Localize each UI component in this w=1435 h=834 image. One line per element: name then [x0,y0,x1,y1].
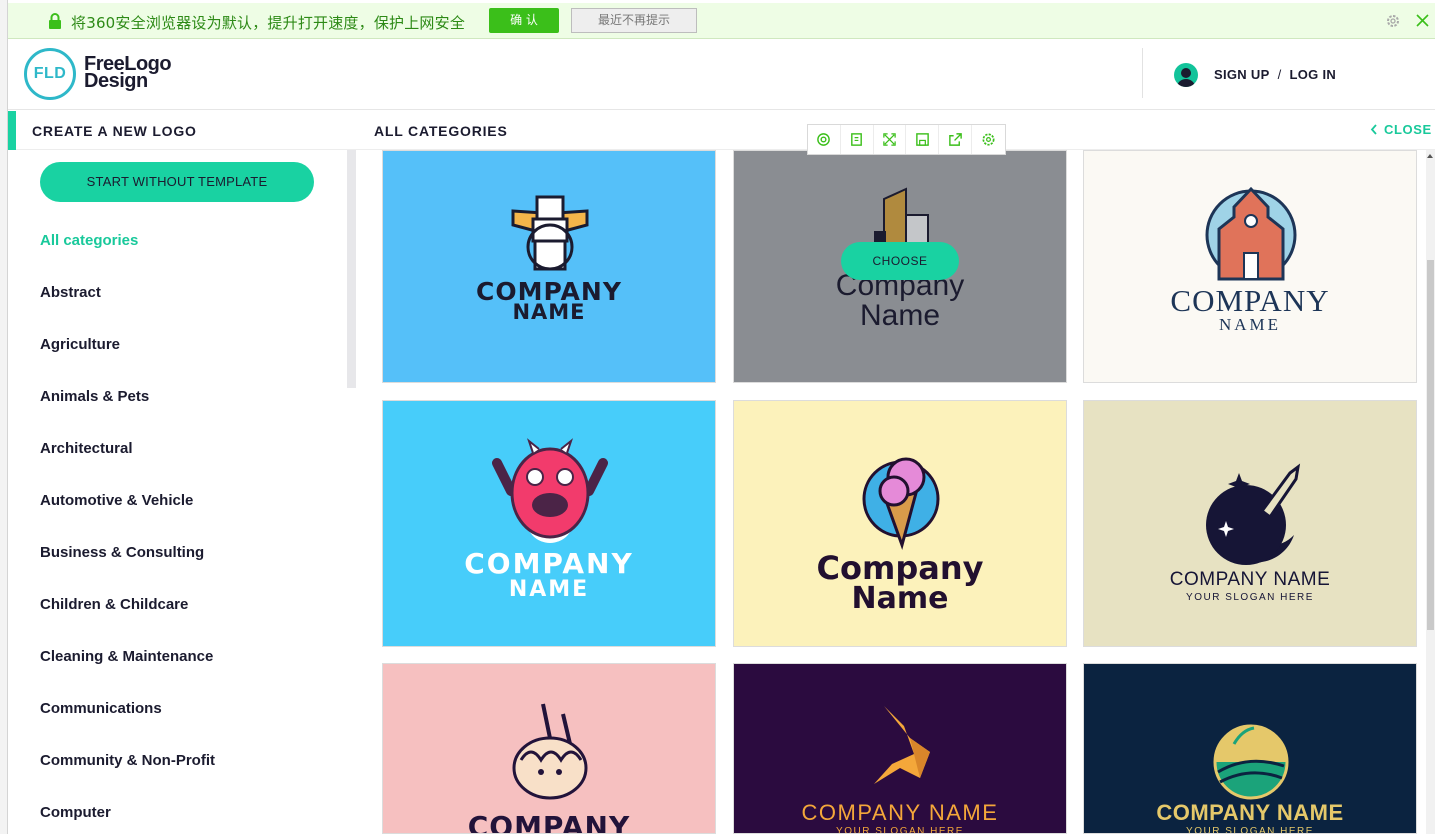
confirm-button[interactable]: 确 认 [489,8,559,33]
category-automotive[interactable]: Automotive & Vehicle [40,492,193,509]
logo-name-line: NAME [512,300,586,324]
logo-card[interactable]: COMPANY NAME [1083,150,1417,383]
subheader-accent [8,111,16,150]
gear-icon[interactable] [1385,13,1401,29]
editor-subheader: CREATE A NEW LOGO ALL CATEGORIES CLOSE [8,111,1435,150]
rocket-icon [1084,401,1416,646]
noodles-icon [383,664,715,833]
logo-name-line: Name [859,299,941,332]
browser-default-notice: 将360安全浏览器设为默认，提升打开速度，保护上网安全 确 认 最近不再提示 [8,3,1435,39]
auth-separator: / [1277,67,1282,82]
share-icon[interactable] [939,125,973,154]
logo-slogan: YOUR SLOGAN HERE [836,826,964,834]
floating-browser-toolbar [807,124,1006,155]
logo-slogan: YOUR SLOGAN HERE [1186,592,1314,603]
user-avatar-icon[interactable] [1174,63,1198,87]
lock-icon [49,13,61,29]
category-all[interactable]: All categories [40,232,138,249]
logo-card[interactable]: COMPANY [382,663,716,834]
category-sidebar: START WITHOUT TEMPLATE All categories Ab… [8,150,356,834]
sidebar-scrollbar[interactable] [347,150,356,388]
monster-icon [383,401,715,646]
login-link[interactable]: LOG IN [1289,67,1336,82]
church-icon [1084,151,1416,382]
logo-company-name: COMPANY [467,810,631,834]
logo-company-name: COMPANY NAME [801,800,999,825]
notice-message: 将360安全浏览器设为默认，提升打开速度，保护上网安全 [71,14,466,32]
category-abstract[interactable]: Abstract [40,284,101,301]
logo-card[interactable]: COMPANY NAME YOUR SLOGAN HERE [733,663,1067,834]
category-children[interactable]: Children & Childcare [40,596,188,613]
logo-slogan: YOUR SLOGAN HERE [1186,826,1314,834]
category-communications[interactable]: Communications [40,700,162,717]
category-computer[interactable]: Computer [40,804,111,821]
category-community[interactable]: Community & Non-Profit [40,752,215,769]
logo-company-name: COMPANY NAME [1156,800,1344,825]
chevron-left-icon [1370,124,1377,135]
close-icon[interactable] [1415,13,1430,28]
window-left-edge [0,0,8,834]
logo-company-name: COMPANY [1170,283,1330,318]
copy-icon[interactable] [841,125,874,154]
create-logo-title: CREATE A NEW LOGO [32,123,197,139]
choose-button[interactable]: CHOOSE [841,242,959,280]
scrollbar-thumb[interactable] [1427,260,1434,630]
logo-line2: Design [84,70,148,92]
site-header: FLD FreeLogo Design SIGN UP / LOG IN [8,40,1435,110]
logo-name-line: Name [851,581,949,616]
category-cleaning[interactable]: Cleaning & Maintenance [40,648,213,665]
logo-wordmark[interactable]: FreeLogo Design [84,54,172,92]
logo-card[interactable]: COMPANY NAME [382,400,716,647]
section-title: ALL CATEGORIES [374,123,508,139]
logo-company-name: COMPANY [464,547,634,580]
category-architectural[interactable]: Architectural [40,440,133,457]
logo-card[interactable]: COMPANY NAME YOUR SLOGAN HERE [1083,400,1417,647]
close-label: CLOSE [1384,122,1432,137]
category-agriculture[interactable]: Agriculture [40,336,120,353]
totem-icon [383,151,715,382]
scroll-up-arrow-icon[interactable] [1427,154,1433,158]
logo-name-line: NAME [508,577,590,602]
fullscreen-icon[interactable] [874,125,907,154]
search-icon[interactable] [808,125,841,154]
logo-card[interactable]: Company Name [733,400,1067,647]
settings-icon[interactable] [972,125,1005,154]
category-business[interactable]: Business & Consulting [40,544,204,561]
logo-card[interactable]: COMPANY NAME [382,150,716,383]
logo-name-line: NAME [1218,315,1282,334]
dont-remind-button[interactable]: 最近不再提示 [571,8,697,33]
start-without-template-button[interactable]: START WITHOUT TEMPLATE [40,162,314,202]
logo-company-name: COMPANY NAME [1169,569,1331,590]
close-button[interactable]: CLOSE [1370,122,1432,137]
header-divider [1142,48,1143,98]
save-icon[interactable] [906,125,940,154]
logo-card[interactable]: COMPANY NAME YOUR SLOGAN HERE [1083,663,1417,834]
page-scrollbar[interactable] [1426,150,1435,834]
auth-links: SIGN UP / LOG IN [1214,67,1336,82]
signup-link[interactable]: SIGN UP [1214,67,1270,82]
logo-badge[interactable]: FLD [24,48,76,100]
category-animals-pets[interactable]: Animals & Pets [40,388,149,405]
